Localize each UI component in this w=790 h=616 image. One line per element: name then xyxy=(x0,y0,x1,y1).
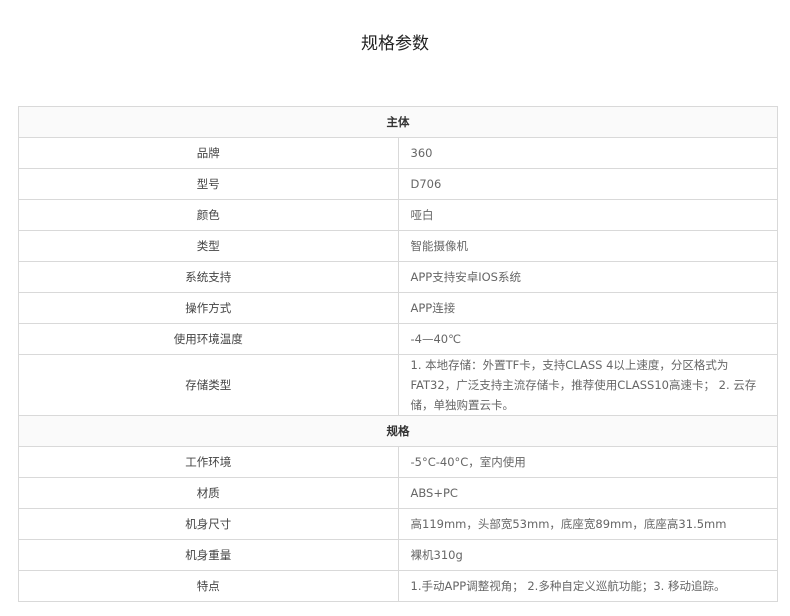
table-row: 机身尺寸 高119mm，头部宽53mm，底座宽89mm，底座高31.5mm xyxy=(18,508,778,540)
spec-value: 360 xyxy=(397,137,778,169)
section-header-main: 主体 xyxy=(18,106,778,138)
spec-key: 机身尺寸 xyxy=(18,508,399,540)
spec-value: APP支持安卓IOS系统 xyxy=(397,261,778,293)
spec-value: APP连接 xyxy=(397,292,778,324)
table-row: 机身重量 裸机310g xyxy=(18,539,778,571)
table-row: 使用环境温度 -4—40℃ xyxy=(18,323,778,355)
spec-key: 型号 xyxy=(18,168,399,200)
spec-value: 智能摄像机 xyxy=(397,230,778,262)
table-row: 存储类型 1. 本地存储：外置TF卡，支持CLASS 4以上速度，分区格式为FA… xyxy=(18,354,778,416)
spec-key: 工作环境 xyxy=(18,446,399,478)
spec-value: -4—40℃ xyxy=(397,323,778,355)
table-row: 材质 ABS+PC xyxy=(18,477,778,509)
spec-value: 高119mm，头部宽53mm，底座宽89mm，底座高31.5mm xyxy=(397,508,778,540)
table-row: 工作环境 -5°C-40°C，室内使用 xyxy=(18,446,778,478)
spec-value: 裸机310g xyxy=(397,539,778,571)
spec-key: 存储类型 xyxy=(18,354,399,416)
spec-value: 1.手动APP调整视角； 2.多种自定义巡航功能；3. 移动追踪。 xyxy=(397,570,778,602)
spec-key: 操作方式 xyxy=(18,292,399,324)
spec-key: 品牌 xyxy=(18,137,399,169)
section-header-specs: 规格 xyxy=(18,415,778,447)
spec-key: 颜色 xyxy=(18,199,399,231)
section-header-row: 主体 xyxy=(18,106,778,138)
section-header-row: 规格 xyxy=(18,415,778,447)
table-row: 类型 智能摄像机 xyxy=(18,230,778,262)
page-title: 规格参数 xyxy=(361,34,429,54)
spec-value: -5°C-40°C，室内使用 xyxy=(397,446,778,478)
spec-value: ABS+PC xyxy=(397,477,778,509)
spec-key: 类型 xyxy=(18,230,399,262)
spec-table: 主体 品牌 360 型号 D706 颜色 哑白 类型 智能摄像机 系统支持 AP… xyxy=(18,106,778,602)
spec-value: 哑白 xyxy=(397,199,778,231)
spec-key: 系统支持 xyxy=(18,261,399,293)
table-row: 特点 1.手动APP调整视角； 2.多种自定义巡航功能；3. 移动追踪。 xyxy=(18,570,778,602)
spec-key: 特点 xyxy=(18,570,399,602)
spec-key: 使用环境温度 xyxy=(18,323,399,355)
table-row: 型号 D706 xyxy=(18,168,778,200)
spec-value: D706 xyxy=(397,168,778,200)
spec-value: 1. 本地存储：外置TF卡，支持CLASS 4以上速度，分区格式为FAT32，广… xyxy=(397,354,778,416)
table-row: 颜色 哑白 xyxy=(18,199,778,231)
spec-key: 机身重量 xyxy=(18,539,399,571)
table-row: 系统支持 APP支持安卓IOS系统 xyxy=(18,261,778,293)
table-row: 品牌 360 xyxy=(18,137,778,169)
table-row: 操作方式 APP连接 xyxy=(18,292,778,324)
spec-key: 材质 xyxy=(18,477,399,509)
